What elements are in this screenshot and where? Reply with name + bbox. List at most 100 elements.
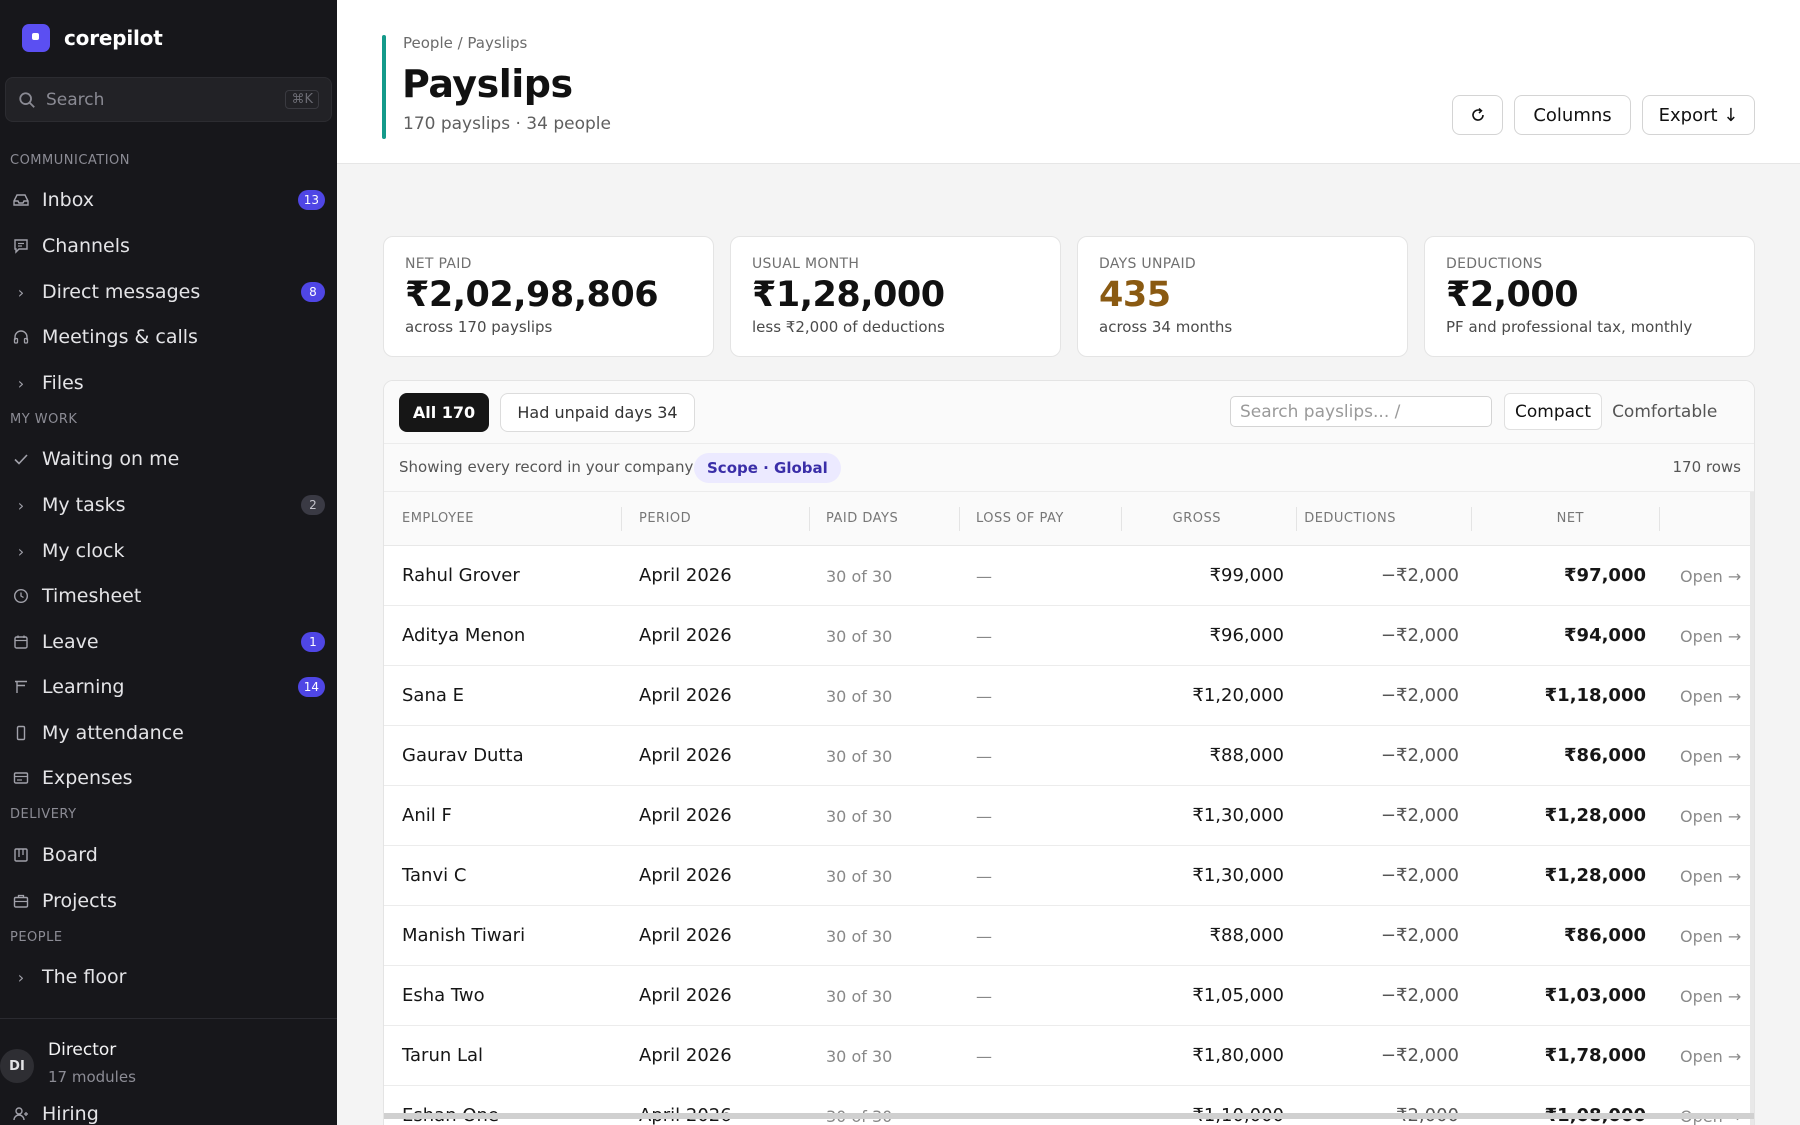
loss-of-pay-cell: — [976, 1047, 992, 1066]
export-button[interactable]: Export ↓ [1642, 95, 1755, 135]
deductions-cell: −₹2,000 [1380, 745, 1459, 766]
filter-chip-all[interactable]: All 170 [399, 393, 489, 432]
kpi-days-unpaid: DAYS UNPAID 435 across 34 months [1077, 236, 1408, 357]
sidebar-item-channels[interactable]: Channels [0, 226, 337, 266]
period-cell: April 2026 [639, 985, 732, 1006]
kpi-subtext: less ₹2,000 of deductions [752, 318, 945, 336]
horizontal-scrollbar[interactable] [384, 1113, 1754, 1119]
vertical-scrollbar[interactable] [1750, 492, 1754, 1125]
sidebar-item-files[interactable]: › Files [0, 363, 337, 403]
payslip-search-input[interactable]: Search payslips... / [1230, 396, 1492, 427]
table-row[interactable]: Aditya Menon April 2026 30 of 30 — ₹96,000 −₹… [384, 606, 1754, 666]
sidebar-item-projects[interactable]: Projects [0, 881, 337, 921]
filter-chip-unpaid[interactable]: Had unpaid days 34 [500, 393, 695, 432]
column-header-period[interactable]: PERIOD [639, 511, 691, 526]
avatar[interactable]: DI [0, 1049, 34, 1083]
period-cell: April 2026 [639, 1045, 732, 1066]
sidebar-search-input[interactable]: Search ⌘K [5, 77, 332, 122]
sidebar-item-label: Direct messages [42, 281, 201, 303]
sidebar-item-my-attendance[interactable]: My attendance [0, 713, 337, 753]
period-cell: April 2026 [639, 805, 732, 826]
kpi-subtext: across 34 months [1099, 318, 1233, 336]
column-separator [1659, 507, 1660, 531]
kpi-net-paid: NET PAID ₹2,02,98,806 across 170 payslip… [383, 236, 714, 357]
open-link[interactable]: Open → [1680, 747, 1741, 766]
sidebar-item-waiting-on-me[interactable]: Waiting on me [0, 439, 337, 479]
user-plus-icon [12, 1105, 30, 1123]
sidebar-item-meetings[interactable]: Meetings & calls [0, 317, 337, 357]
column-header-loss-of-pay[interactable]: LOSS OF PAY [976, 511, 1064, 526]
sidebar-item-hiring[interactable]: Hiring [0, 1094, 337, 1125]
net-cell: ₹1,03,000 [1544, 985, 1646, 1006]
gross-cell: ₹88,000 [1209, 745, 1284, 766]
sidebar: corepilot Search ⌘K COMMUNICATION Inbox … [0, 0, 337, 1125]
table-row[interactable]: Esha Two April 2026 30 of 30 — ₹1,05,000 −₹2,… [384, 966, 1754, 1026]
column-header-paid-days[interactable]: PAID DAYS [826, 511, 898, 526]
table-row[interactable]: Gaurav Dutta April 2026 30 of 30 — ₹88,000 −₹… [384, 726, 1754, 786]
calendar-icon [12, 633, 30, 651]
density-compact[interactable]: Compact [1504, 393, 1603, 430]
open-link[interactable]: Open → [1680, 867, 1741, 886]
logo-icon [22, 24, 50, 52]
breadcrumb[interactable]: People / Payslips [403, 34, 527, 52]
sidebar-item-label: Meetings & calls [42, 326, 198, 348]
column-header-net[interactable]: NET [1557, 511, 1584, 526]
column-header-employee[interactable]: EMPLOYEE [402, 511, 474, 526]
sidebar-item-leave[interactable]: Leave 1 [0, 622, 337, 662]
section-delivery: DELIVERY [10, 807, 77, 822]
table-row[interactable]: Anil F April 2026 30 of 30 — ₹1,30,000 −₹2,00… [384, 786, 1754, 846]
kpi-subtext: PF and professional tax, monthly [1446, 318, 1693, 336]
employee-cell: Manish Tiwari [402, 925, 526, 946]
paid-days-cell: 30 of 30 [826, 807, 893, 826]
sidebar-item-my-tasks[interactable]: › My tasks 2 [0, 485, 337, 525]
deductions-cell: −₹2,000 [1380, 685, 1459, 706]
brand[interactable]: corepilot [22, 24, 163, 52]
sidebar-item-inbox[interactable]: Inbox 13 [0, 180, 337, 220]
period-cell: April 2026 [639, 625, 732, 646]
column-header-deductions[interactable]: DEDUCTIONS [1304, 511, 1396, 526]
sidebar-item-label: Waiting on me [42, 448, 180, 470]
payslips-table-panel: All 170 Had unpaid days 34 Search paysli… [383, 380, 1755, 1125]
table-row[interactable]: Rahul Grover April 2026 30 of 30 — ₹99,000 −₹… [384, 546, 1754, 606]
columns-button[interactable]: Columns [1514, 95, 1631, 135]
open-link[interactable]: Open → [1680, 987, 1741, 1006]
sidebar-item-label: Hiring [42, 1103, 99, 1125]
chevron-right-icon: › [17, 373, 25, 393]
sidebar-item-timesheet[interactable]: Timesheet [0, 576, 337, 616]
paid-days-cell: 30 of 30 [826, 747, 893, 766]
table-row[interactable]: Tarun Lal April 2026 30 of 30 — ₹1,80,000 −₹2… [384, 1026, 1754, 1086]
paid-days-cell: 30 of 30 [826, 687, 893, 706]
open-link[interactable]: Open → [1680, 1047, 1741, 1066]
open-link[interactable]: Open → [1680, 567, 1741, 586]
scope-badge[interactable]: Scope · Global [694, 453, 841, 483]
open-link[interactable]: Open → [1680, 627, 1741, 646]
sidebar-item-my-clock[interactable]: › My clock [0, 531, 337, 571]
table-row[interactable]: Tanvi C April 2026 30 of 30 — ₹1,30,000 −₹2,0… [384, 846, 1754, 906]
density-comfortable[interactable]: Comfortable [1602, 393, 1727, 430]
sidebar-item-direct-messages[interactable]: › Direct messages 8 [0, 272, 337, 312]
sidebar-item-board[interactable]: Board [0, 835, 337, 875]
employee-cell: Anil F [402, 805, 452, 826]
open-link[interactable]: Open → [1680, 927, 1741, 946]
column-separator [1121, 507, 1122, 531]
kpi-deductions: DEDUCTIONS ₹2,000 PF and professional ta… [1424, 236, 1755, 357]
refresh-button[interactable] [1452, 95, 1503, 135]
scope-bar: Showing every record in your company Sco… [384, 444, 1754, 492]
search-placeholder: Search [46, 89, 105, 110]
page-title: Payslips [402, 62, 573, 106]
check-icon [12, 450, 30, 468]
table-row[interactable]: Manish Tiwari April 2026 30 of 30 — ₹88,000 −… [384, 906, 1754, 966]
column-header-gross[interactable]: GROSS [1173, 511, 1221, 526]
sidebar-item-expenses[interactable]: Expenses [0, 758, 337, 798]
my-tasks-count-badge: 2 [301, 495, 325, 515]
table-header: EMPLOYEE PERIOD PAID DAYS LOSS OF PAY GR… [384, 492, 1754, 546]
sidebar-item-the-floor[interactable]: › The floor [0, 957, 337, 997]
table-row[interactable]: Eshan OneApril 202630 of 30—₹1,10,000−₹2… [384, 1086, 1754, 1125]
sidebar-item-learning[interactable]: Learning 14 [0, 667, 337, 707]
clock-icon [12, 587, 30, 605]
open-link[interactable]: Open → [1680, 687, 1741, 706]
phone-icon [12, 724, 30, 742]
table-row[interactable]: Sana E April 2026 30 of 30 — ₹1,20,000 −₹2,00… [384, 666, 1754, 726]
paid-days-cell: 30 of 30 [826, 987, 893, 1006]
open-link[interactable]: Open → [1680, 807, 1741, 826]
